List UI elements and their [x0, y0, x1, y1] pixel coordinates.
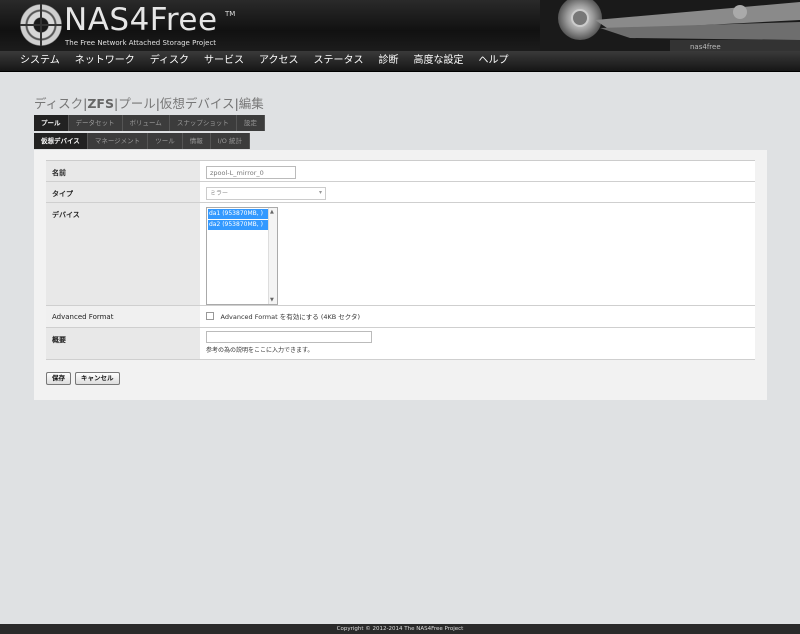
tab-io-statistics[interactable]: I/O 統計	[210, 133, 250, 149]
breadcrumb-disks: ディスク	[34, 96, 84, 111]
devices-label: デバイス	[46, 203, 200, 305]
advanced-format-label: Advanced Format	[46, 306, 200, 327]
description-value-cell: 参考の為の説明をここに入力できます。	[200, 328, 755, 359]
devices-listbox[interactable]: da1 (953870MB, ) da2 (953870MB, ) ▲ ▼	[206, 207, 278, 305]
scroll-down-icon[interactable]: ▼	[270, 297, 274, 303]
description-hint: 参考の為の説明をここに入力できます。	[206, 347, 314, 354]
logo-icon	[20, 4, 62, 46]
tab-snapshots[interactable]: スナップショット	[169, 115, 237, 131]
form-buttons: 保存 キャンセル	[46, 372, 120, 385]
description-field[interactable]	[206, 331, 372, 343]
tab-datasets[interactable]: データセット	[68, 115, 123, 131]
listbox-scrollbar[interactable]: ▲ ▼	[268, 208, 277, 304]
menu-access[interactable]: アクセス	[259, 51, 299, 71]
name-label: 名前	[46, 161, 200, 181]
content-panel: 名前 zpool-L_mirror_0 タイプ ミラー ▾ デバイス da1 (…	[34, 150, 767, 400]
page-title: ディスク|ZFS|プール|仮想デバイス|編集	[34, 93, 264, 112]
menu-system[interactable]: システム	[20, 51, 60, 71]
menu-disks[interactable]: ディスク	[150, 51, 189, 71]
tab-pools[interactable]: プール	[34, 115, 69, 131]
logo-tagline: The Free Network Attached Storage Projec…	[65, 39, 217, 47]
logo-trademark: TM	[225, 10, 236, 18]
main-menu: システム ネットワーク ディスク サービス アクセス ステータス 診断 高度な設…	[0, 51, 800, 72]
description-label: 概要	[46, 328, 200, 359]
menu-diagnostics[interactable]: 診断	[379, 51, 399, 71]
menu-services[interactable]: サービス	[204, 51, 244, 71]
devices-value-cell: da1 (953870MB, ) da2 (953870MB, ) ▲ ▼	[200, 203, 755, 305]
type-value-cell: ミラー ▾	[200, 182, 755, 202]
advanced-format-text: Advanced Format を有効にする (4KB セクタ)	[220, 313, 361, 321]
save-button[interactable]: 保存	[46, 372, 71, 385]
name-field[interactable]: zpool-L_mirror_0	[206, 166, 296, 179]
breadcrumb-pools: プール	[118, 96, 156, 111]
tab-virtual-device[interactable]: 仮想デバイス	[34, 133, 88, 149]
breadcrumb-vdevice: 仮想デバイス	[159, 96, 235, 111]
tab-management[interactable]: マネージメント	[87, 133, 149, 149]
type-label: タイプ	[46, 182, 200, 202]
form-row-type: タイプ ミラー ▾	[46, 182, 755, 203]
hard-disk-icon: nas4free	[540, 0, 800, 51]
header-banner: NAS4Free TM The Free Network Attached St…	[0, 0, 800, 51]
tab-volumes[interactable]: ボリューム	[122, 115, 170, 131]
form-row-devices: デバイス da1 (953870MB, ) da2 (953870MB, ) ▲…	[46, 203, 755, 306]
type-select[interactable]: ミラー ▾	[206, 187, 326, 200]
type-select-value: ミラー	[210, 190, 229, 197]
svg-text:nas4free: nas4free	[690, 43, 721, 51]
tab-configuration[interactable]: 設定	[236, 115, 265, 131]
form-row-name: 名前 zpool-L_mirror_0	[46, 161, 755, 182]
tab-bar-primary: プール データセット ボリューム スナップショット 設定	[34, 115, 265, 131]
tab-tools[interactable]: ツール	[148, 133, 183, 149]
tab-bar-secondary: 仮想デバイス マネージメント ツール 情報 I/O 統計	[34, 133, 250, 149]
device-option[interactable]: da1 (953870MB, )	[208, 209, 268, 219]
name-value-cell: zpool-L_mirror_0	[200, 161, 755, 181]
tab-information[interactable]: 情報	[182, 133, 211, 149]
form-row-description: 概要 参考の為の説明をここに入力できます。	[46, 328, 755, 360]
breadcrumb-edit: 編集	[238, 96, 264, 111]
menu-network[interactable]: ネットワーク	[75, 51, 135, 71]
cancel-button[interactable]: キャンセル	[75, 372, 120, 385]
scroll-up-icon[interactable]: ▲	[270, 209, 274, 215]
footer-copyright: Copyright © 2012-2014 The NAS4Free Proje…	[0, 624, 800, 634]
chevron-down-icon: ▾	[318, 189, 322, 196]
vdevice-form: 名前 zpool-L_mirror_0 タイプ ミラー ▾ デバイス da1 (…	[46, 160, 755, 360]
menu-advanced[interactable]: 高度な設定	[414, 51, 464, 71]
advanced-format-cell: Advanced Format を有効にする (4KB セクタ)	[200, 306, 755, 327]
breadcrumb-zfs: ZFS	[87, 96, 114, 111]
device-option[interactable]: da2 (953870MB, )	[208, 220, 268, 230]
menu-help[interactable]: ヘルプ	[479, 51, 509, 71]
menu-status[interactable]: ステータス	[314, 51, 364, 71]
logo-name: NAS4Free	[64, 2, 218, 38]
advanced-format-checkbox[interactable]	[206, 312, 214, 320]
form-row-advanced-format: Advanced Format Advanced Format を有効にする (…	[46, 306, 755, 328]
